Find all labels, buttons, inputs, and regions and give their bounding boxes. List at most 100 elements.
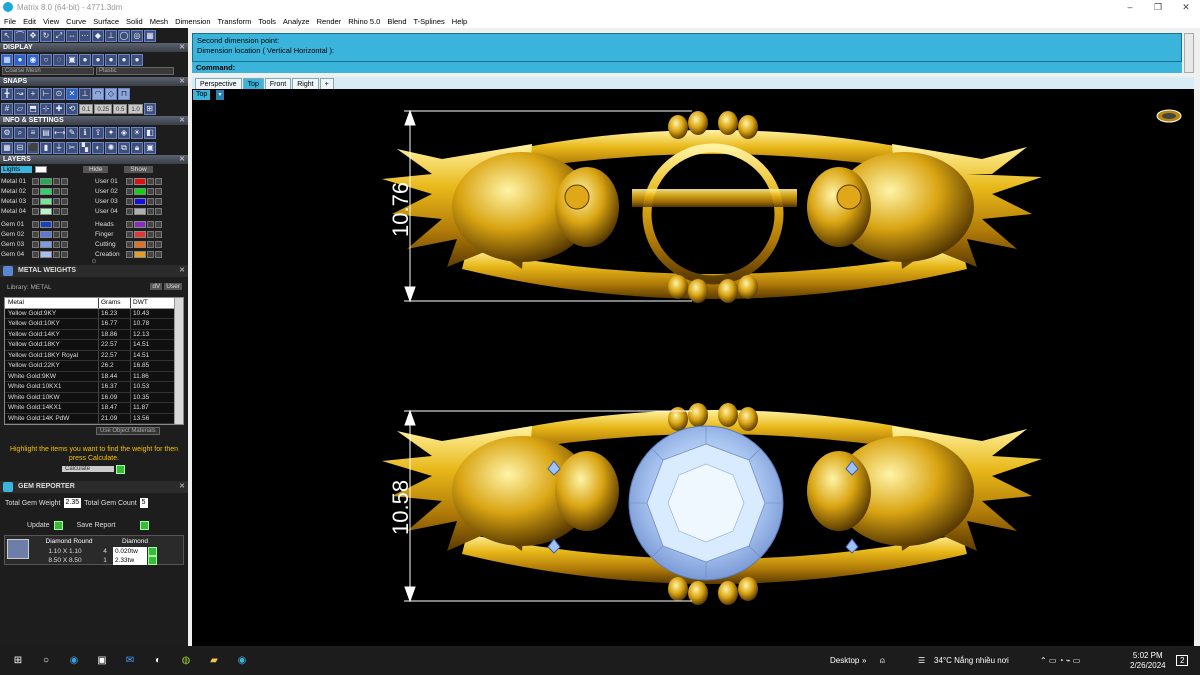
rendered-icon[interactable]: ◉ [27,53,39,66]
material-gem-icon[interactable]: ● [105,53,117,66]
prong-tool-icon[interactable]: ⊥ [105,29,117,42]
table-row[interactable]: Yellow Gold:22KY 26.2 16.85 [5,361,183,372]
notes-icon[interactable]: ✎ [66,126,78,139]
array-tool-icon[interactable]: ⋯ [79,29,91,42]
layer-row[interactable]: User 04 [95,206,188,216]
minimize-button[interactable]: – [1116,0,1144,14]
file-explorer-icon[interactable]: ▰ [204,651,224,671]
notification-badge[interactable]: 2 [1176,646,1189,675]
maximize-button[interactable]: ❐ [1144,0,1172,14]
search-icon[interactable]: ⌕ [14,126,26,139]
shank-tool-icon[interactable]: ◯ [118,29,130,42]
menu-render[interactable]: Render [317,17,342,26]
snap-value-0[interactable]: 0.1 [79,103,94,114]
tab-right[interactable]: Right [292,78,319,89]
table-row[interactable]: Yellow Gold:14KY 18.86 12.13 [5,329,183,340]
planar-icon[interactable]: ▱ [14,102,26,115]
ruler-icon[interactable]: ⊟ [14,141,26,154]
group-icon[interactable]: ⧉ [118,141,130,154]
snap-perp-icon[interactable]: ⊥ [79,87,91,100]
checker-icon[interactable]: ▚ [79,141,91,154]
smarttrack-icon[interactable]: ⊹ [40,102,52,115]
background-icon[interactable]: ▣ [66,53,78,66]
save-report-button[interactable]: Save Report [77,522,116,529]
wireframe-icon[interactable]: ▦ [1,53,13,66]
layer-row[interactable]: Heads [95,219,188,229]
app-icon[interactable]: ◐ [148,651,168,671]
ortho-icon[interactable]: ⊓ [118,87,130,100]
shaded-icon[interactable]: ● [14,53,26,66]
snap-value-2[interactable]: 0.5 [113,103,128,114]
xray-icon[interactable]: ◌ [53,53,65,66]
project-icon[interactable]: ⬒ [27,102,39,115]
snap-mid-icon[interactable]: ⊢ [40,87,52,100]
layer-row[interactable]: Gem 01 [1,219,95,229]
settings-icon[interactable]: ⚙ [1,126,13,139]
table-row[interactable]: White Gold:10KX1 16.37 10.53 [5,382,183,393]
gem-tool-icon[interactable]: ◆ [92,29,104,42]
table-row[interactable]: White Gold:9KW 18.44 11.86 [5,371,183,382]
table-row[interactable]: Yellow Gold:18KY Royal 22.57 14.51 [5,350,183,361]
layer-row[interactable]: Metal 01 [1,176,95,186]
table-row[interactable]: White Gold:14KX1 18.47 11.87 [5,403,183,414]
curve-tool-icon[interactable]: ⌒ [14,29,26,42]
snap-value-1[interactable]: 0.25 [94,103,113,114]
layers-header[interactable]: LAYERS ✕ [0,155,188,164]
person-icon[interactable]: ⍝ [880,646,885,675]
chrome-icon[interactable]: ◍ [176,651,196,671]
menu-curve[interactable]: Curve [66,17,86,26]
tools-icon[interactable]: ✂ [66,141,78,154]
menu-blend[interactable]: Blend [387,17,406,26]
builder-tool-icon[interactable]: ▦ [144,29,156,42]
camera-icon[interactable]: ◧ [144,126,156,139]
mail-icon[interactable]: ✉ [120,651,140,671]
menu-analyze[interactable]: Analyze [283,17,310,26]
use-object-materials-button[interactable]: Use Object Materials [96,427,160,435]
select-tool-icon[interactable]: ↖ [1,29,13,42]
layer-row[interactable]: User 01 [95,176,188,186]
tab-top[interactable]: Top [242,78,264,89]
add-viewport-tab[interactable]: + [319,78,334,89]
gem-row-go-icon[interactable] [148,547,157,556]
misc-icon[interactable]: ▣ [144,141,156,154]
menu-tsplines[interactable]: T-Splines [414,17,445,26]
layer-row[interactable]: Finger [95,229,188,239]
menu-surface[interactable]: Surface [93,17,119,26]
store-icon[interactable]: ▣ [92,651,112,671]
render-icon[interactable]: ✦ [105,126,117,139]
lock-icon[interactable]: 🔒︎ [131,141,143,154]
menu-view[interactable]: View [43,17,59,26]
clock[interactable]: 5:02 PM 2/26/2024 [1130,646,1166,675]
calculate-button[interactable]: Calculate [62,466,114,472]
rotate-tool-icon[interactable]: ↻ [40,29,52,42]
layer-row[interactable]: Gem 04 [1,249,95,259]
ghosted-icon[interactable]: ○ [40,53,52,66]
display-header[interactable]: DISPLAY ✕ [0,43,188,52]
command-scrollbar[interactable] [1184,33,1194,73]
gem-row-go-icon[interactable] [148,556,157,565]
tray-icons[interactable]: ⌃ ▭ ◔ ⌁ ▭ [1040,646,1080,675]
edge-browser-icon[interactable]: ◉ [64,651,84,671]
measure-icon[interactable]: ⟷ [53,126,65,139]
layers-icon[interactable]: ≡ [27,126,39,139]
menu-help[interactable]: Help [452,17,467,26]
gumball-icon[interactable]: ✚ [53,102,65,115]
table-row[interactable]: White Gold:10KW 16.09 10.35 [5,392,183,403]
info-settings-header[interactable]: INFO & SETTINGS ✕ [0,116,188,125]
layer-row[interactable]: User 02 [95,186,188,196]
user-button[interactable]: User [164,283,182,290]
menu-transform[interactable]: Transform [218,17,252,26]
snap-cen-icon[interactable]: ⊙ [53,87,65,100]
filter-icon[interactable]: ⏚ [53,141,65,154]
scene-icon[interactable]: ◈ [118,126,130,139]
update-go-icon[interactable] [53,520,63,530]
layer-row[interactable]: Gem 03 [1,239,95,249]
close-button[interactable]: ✕ [1172,0,1200,14]
layer-row[interactable]: Cutting [95,239,188,249]
gem-row[interactable]: 1.10 X 1.10 4 0.020tw [33,547,157,556]
table-row[interactable]: Yellow Gold:9KY 16.23 10.43 [5,308,183,319]
snap-options-icon[interactable]: ⊞ [143,102,156,115]
chevron-up-icon[interactable]: » [862,646,866,675]
material-silver-icon[interactable]: ● [92,53,104,66]
snap-point-icon[interactable]: + [27,87,39,100]
